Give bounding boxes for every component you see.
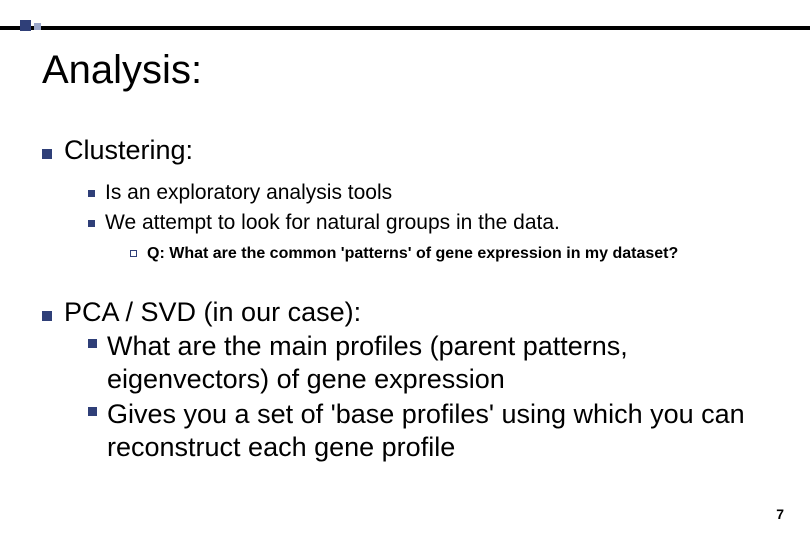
slide-body: Clustering: Is an exploratory analysis t…	[42, 135, 768, 478]
header-rule	[0, 26, 810, 30]
list-item: What are the main profiles (parent patte…	[107, 330, 768, 396]
section-heading: Clustering:	[64, 135, 768, 166]
list-item: Is an exploratory analysis tools	[105, 180, 768, 206]
square-bullet-icon	[88, 407, 97, 416]
section-heading: PCA / SVD (in our case):	[64, 297, 768, 328]
list-item: Gives you a set of 'base profiles' using…	[107, 398, 768, 464]
page-number: 7	[776, 506, 784, 522]
square-bullet-icon	[88, 190, 95, 197]
slide-title: Analysis:	[42, 48, 202, 93]
square-bullet-icon	[42, 311, 52, 321]
sub-list-item: Q: What are the common 'patterns' of gen…	[147, 243, 768, 265]
square-bullet-icon	[42, 149, 52, 159]
section-clustering: Clustering: Is an exploratory analysis t…	[42, 135, 768, 265]
hollow-square-bullet-icon	[130, 250, 137, 257]
section-pca-svd: PCA / SVD (in our case): What are the ma…	[42, 297, 768, 464]
square-bullet-icon	[88, 220, 95, 227]
list-item: We attempt to look for natural groups in…	[105, 210, 768, 236]
accent-square-small	[34, 23, 41, 30]
square-bullet-icon	[88, 339, 97, 348]
accent-square-large	[20, 20, 31, 31]
